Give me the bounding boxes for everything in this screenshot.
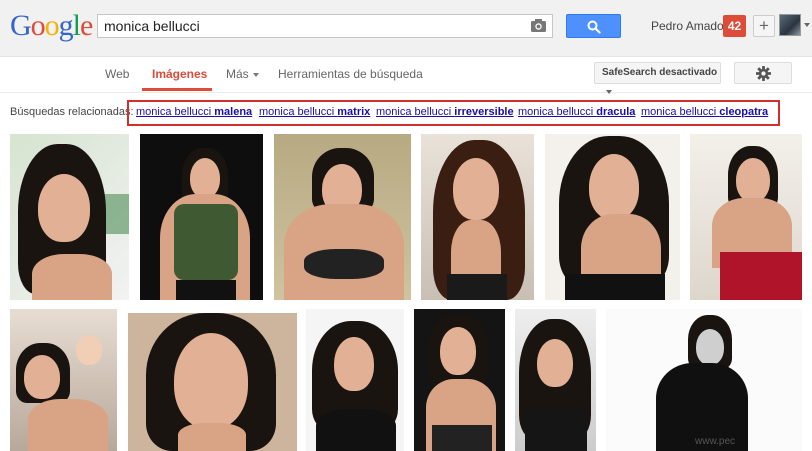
tab-web[interactable]: Web [105,67,129,81]
image-result[interactable] [414,309,505,451]
chevron-down-icon[interactable] [804,23,810,27]
image-shape [24,355,60,399]
chevron-down-icon [606,90,612,95]
notification-badge[interactable]: 42 [723,15,746,37]
image-result[interactable] [306,309,404,451]
image-result[interactable] [274,134,411,300]
related-link-prefix: monica bellucci [518,106,597,118]
image-shape [696,329,724,365]
related-link-bold: matrix [337,106,371,118]
image-shape [720,252,802,300]
image-shape [174,333,248,429]
search-button[interactable] [566,14,621,38]
active-tab-indicator [142,88,212,91]
image-shape [589,154,639,220]
google-logo[interactable]: Google [10,9,93,43]
tab-more[interactable]: Más [226,67,259,81]
related-link-prefix: monica bellucci [376,106,455,118]
image-result[interactable] [140,134,263,300]
avatar[interactable] [779,14,801,36]
image-shape [76,335,102,365]
logo-letter: o [44,9,60,42]
related-link-bold: irreversible [454,106,514,118]
image-shape [316,409,396,451]
image-shape [736,158,770,202]
image-result[interactable] [690,134,802,300]
related-link-prefix: monica bellucci [259,106,338,118]
related-link-bold: dracula [596,106,636,118]
image-shape [32,254,112,300]
image-shape [537,339,573,387]
related-searches-label: Búsquedas relacionadas: [10,106,134,118]
logo-letter: e [80,9,93,42]
related-link-bold: cleopatra [719,106,769,118]
share-plus-button[interactable]: + [753,15,775,37]
image-shape [447,274,507,300]
logo-letter: g [58,9,74,42]
gear-icon [756,66,771,81]
tab-more-label: Más [226,67,249,81]
image-result[interactable] [606,309,802,451]
tab-search-tools[interactable]: Herramientas de búsqueda [278,67,423,81]
search-icon [587,20,601,34]
image-shape [565,274,665,300]
image-shape [28,399,108,451]
logo-letter: G [10,9,32,42]
logo-letter: l [72,9,81,42]
related-link-malena[interactable]: monica bellucci malena [136,106,252,118]
image-result[interactable] [10,309,117,451]
image-shape [440,327,476,375]
settings-button[interactable] [734,62,792,84]
related-link-matrix[interactable]: monica bellucci matrix [259,106,370,118]
logo-letter: o [30,9,46,42]
image-result[interactable] [421,134,534,300]
related-link-prefix: monica bellucci [136,106,215,118]
related-link-prefix: monica bellucci [641,106,720,118]
related-link-dracula[interactable]: monica bellucci dracula [518,106,635,118]
image-shape [178,423,246,451]
image-result[interactable] [128,313,297,451]
image-shape [304,249,384,279]
image-shape [453,158,499,220]
related-link-irreversible[interactable]: monica bellucci irreversible [376,106,514,118]
image-shape [174,204,238,280]
user-name[interactable]: Pedro Amador [651,19,728,33]
safesearch-label: SafeSearch desactivado [602,67,718,78]
safesearch-dropdown[interactable]: SafeSearch desactivado [594,62,721,95]
image-result[interactable] [515,309,596,451]
related-link-cleopatra[interactable]: monica bellucci cleopatra [641,106,768,118]
image-shape [525,409,587,451]
camera-icon[interactable] [531,19,546,32]
chevron-down-icon [252,72,259,77]
image-shape [334,337,374,391]
image-shape [38,174,90,242]
image-result[interactable] [10,134,129,300]
search-input[interactable] [104,18,524,34]
related-link-bold: malena [214,106,253,118]
image-result[interactable] [545,134,680,300]
image-shape [176,280,236,300]
top-bar: Google Pedro Amador 42 + [0,0,812,57]
search-box [97,14,553,38]
watermark: www.pec [695,436,736,447]
tab-images[interactable]: Imágenes [152,67,207,81]
image-shape [432,425,492,451]
image-shape [190,158,220,198]
